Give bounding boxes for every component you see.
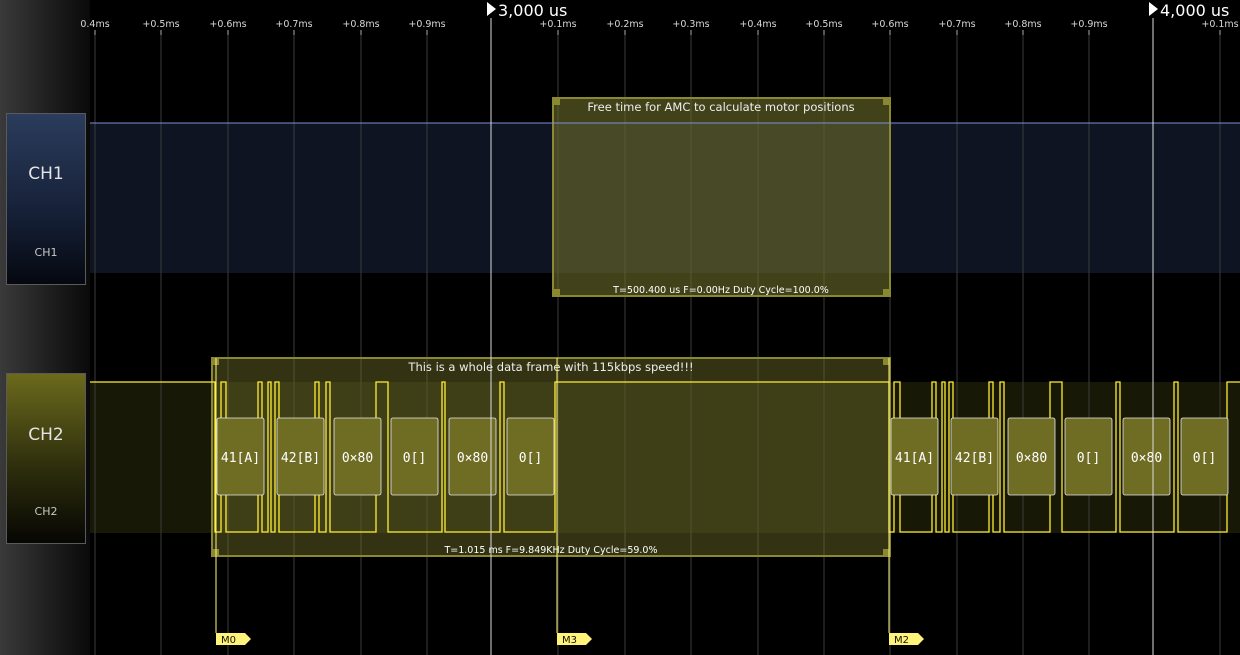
free-time-label: Free time for AMC to calculate motor pos… bbox=[587, 100, 854, 114]
data-frame-label: This is a whole data frame with 115kbps … bbox=[407, 360, 693, 374]
decoded-byte: 0[] bbox=[390, 417, 439, 496]
annotation-corner bbox=[883, 289, 890, 296]
decoded-byte: 0[] bbox=[506, 417, 555, 496]
decoded-byte-value: 0×80 bbox=[457, 451, 488, 466]
decoded-byte-value: 41[A] bbox=[221, 451, 260, 466]
decoded-byte: 42[B] bbox=[276, 417, 325, 496]
decoded-byte-value: 0[] bbox=[1077, 451, 1100, 466]
tick-label: +0.7ms bbox=[938, 19, 975, 30]
decoded-byte-value: 0[] bbox=[1193, 451, 1216, 466]
tick-label: +0.4ms bbox=[739, 19, 776, 30]
decoded-byte-value: 0×80 bbox=[1131, 451, 1162, 466]
decoded-byte: 42[B] bbox=[950, 417, 999, 496]
time-cursor-arrow bbox=[487, 2, 496, 16]
decoded-byte-value: 41[A] bbox=[895, 451, 934, 466]
tick-label: +0.7ms bbox=[275, 19, 312, 30]
marker-label: M3 bbox=[562, 635, 577, 646]
marker-label: M2 bbox=[894, 635, 909, 646]
decoded-byte: 0[] bbox=[1180, 417, 1229, 496]
tick-label: +0.9ms bbox=[1070, 19, 1107, 30]
logic-analyzer-view: CH1 CH1 CH2 CH2 0.4ms +0.5ms +0.6ms +0.7ms +… bbox=[0, 0, 1240, 655]
tick-label: +0.5ms bbox=[142, 19, 179, 30]
tick-label: +0.5ms bbox=[805, 19, 842, 30]
annotation-corner bbox=[553, 98, 560, 105]
annotation-corner bbox=[553, 289, 560, 296]
time-cursor-label: 3,000 us bbox=[498, 1, 567, 20]
decoded-byte-value: 0[] bbox=[519, 451, 542, 466]
free-time-measurement: T=500.400 us F=0.00Hz Duty Cycle=100.0% bbox=[612, 285, 829, 296]
tick-label: 0.4ms bbox=[80, 19, 109, 30]
tick-label: +0.1ms bbox=[539, 19, 576, 30]
decoded-byte-value: 42[B] bbox=[281, 451, 320, 466]
tick-label: +0.9ms bbox=[408, 19, 445, 30]
time-cursor-label: 4,000 us bbox=[1160, 1, 1229, 20]
decoded-byte: 41[A] bbox=[890, 417, 939, 496]
decoded-byte: 0×80 bbox=[333, 417, 382, 496]
decoded-byte: 0×80 bbox=[1122, 417, 1171, 496]
decoded-byte: 0×80 bbox=[448, 417, 497, 496]
decoded-byte: 41[A] bbox=[216, 417, 265, 496]
tick-label: +0.8ms bbox=[1004, 19, 1041, 30]
time-ruler: 0.4ms +0.5ms +0.6ms +0.7ms +0.8ms +0.9ms +0.1m… bbox=[80, 19, 1239, 35]
decoded-byte-value: 42[B] bbox=[955, 451, 994, 466]
decoded-byte: 0[] bbox=[1064, 417, 1113, 496]
tick-label: +0.3ms bbox=[672, 19, 709, 30]
decoded-byte-value: 0×80 bbox=[342, 451, 373, 466]
time-cursor-arrow bbox=[1149, 2, 1158, 16]
annotation-corner bbox=[883, 98, 890, 105]
tick-label: +0.8ms bbox=[342, 19, 379, 30]
tick-label: +0.6ms bbox=[871, 19, 908, 30]
decoded-byte: 0×80 bbox=[1007, 417, 1056, 496]
tick-label: +0.1ms bbox=[1201, 19, 1238, 30]
free-time-annotation-box bbox=[552, 97, 891, 297]
marker-label: M0 bbox=[221, 635, 236, 646]
waveform-area[interactable]: 0.4ms +0.5ms +0.6ms +0.7ms +0.8ms +0.9ms +0.1m… bbox=[0, 0, 1240, 655]
tick-label: +0.6ms bbox=[209, 19, 246, 30]
decoded-byte-value: 0×80 bbox=[1016, 451, 1047, 466]
data-frame-measurement: T=1.015 ms F=9.849KHz Duty Cycle=59.0% bbox=[443, 545, 657, 556]
tick-label: +0.2ms bbox=[606, 19, 643, 30]
decoded-byte-value: 0[] bbox=[403, 451, 426, 466]
